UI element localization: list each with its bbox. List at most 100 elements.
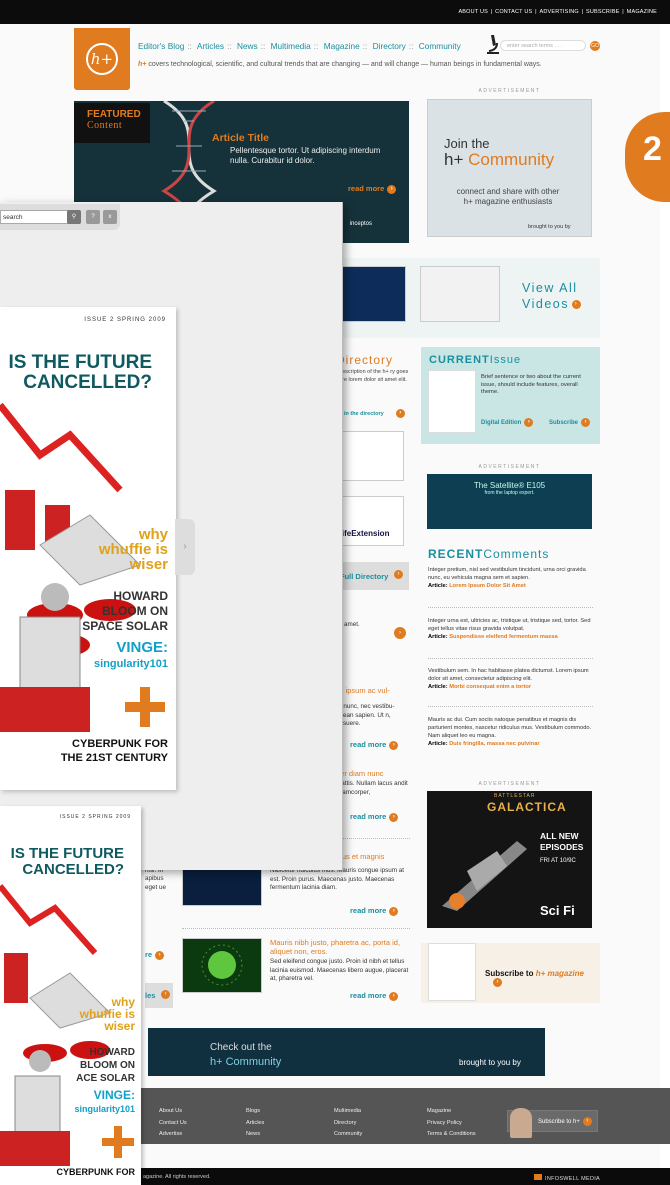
galactica-ne2: EPISODES: [540, 842, 584, 852]
footer-link[interactable]: Contact Us: [159, 1118, 187, 1130]
comment-article-link[interactable]: Lorem Ipsum Dolor Sit Amet: [449, 583, 526, 589]
site-logo[interactable]: h+: [74, 28, 130, 90]
nav-news[interactable]: News: [237, 41, 258, 51]
footer-link[interactable]: About Us: [159, 1106, 187, 1118]
cover-issue-text: ISSUE 2 SPRING 2009: [59, 814, 131, 820]
cover-whuffie: why whuffie is wiser: [99, 527, 168, 572]
directory-link[interactable]: ed in the directory ›: [336, 409, 405, 418]
nav-community[interactable]: Community: [419, 41, 461, 51]
full-directory-button[interactable]: Full Directory ›: [336, 562, 409, 590]
article-read-more[interactable]: read more ›: [350, 740, 399, 750]
article-read-more[interactable]: read more ›: [350, 812, 399, 822]
footer-link[interactable]: Directory: [334, 1118, 362, 1130]
current-issue-cover[interactable]: [428, 370, 476, 433]
tagline-brand: h+: [138, 61, 147, 68]
videos-label: Videos: [522, 297, 569, 311]
comment-article-link[interactable]: Suspendisse eleifend fermentum massa: [449, 634, 557, 640]
article-body: Nascetur ridiculus mus. Mauris congue ip…: [270, 867, 405, 892]
infoswell-logo[interactable]: INFOSWELL MEDIA: [534, 1174, 600, 1182]
subscribe-box[interactable]: Subscribe to h+ magazine ›: [421, 943, 600, 1003]
arrow-right-icon: ›: [572, 300, 581, 310]
next-page-button[interactable]: ›: [175, 519, 195, 575]
search-icon[interactable]: ⚲: [67, 210, 81, 224]
footer-link[interactable]: Multimedia: [334, 1106, 362, 1118]
footer-link[interactable]: Magazine: [427, 1106, 476, 1118]
topbar-advertising-link[interactable]: ADVERTISING: [540, 9, 579, 15]
featured-article-title[interactable]: Article Title: [212, 132, 269, 144]
read-more-label: read more: [350, 906, 387, 915]
galactica-pre: BATTLESTAR: [494, 793, 536, 799]
video-thumbnail[interactable]: [336, 266, 406, 322]
directory-logo-lifeextension[interactable]: LifeExtension: [336, 496, 404, 546]
search-input[interactable]: enter search terms . . .: [500, 40, 586, 51]
nav-editors-blog[interactable]: Editor's Blog: [138, 41, 184, 51]
join-ad-brought: brought to you by: [528, 224, 571, 230]
topbar-magazine-link[interactable]: MAGAZINE: [627, 9, 657, 15]
ad-label: ADVERTISEMENT: [478, 88, 541, 94]
topbar-contact-link[interactable]: CONTACT US: [495, 9, 532, 15]
magazine-cover-large[interactable]: ISSUE 2 SPRING 2009 IS THE FUTURE CANCELL…: [0, 307, 176, 790]
directory-logo[interactable]: [336, 431, 404, 481]
nav-separator: ::: [362, 41, 368, 51]
article-thumbnail[interactable]: [182, 938, 262, 993]
footer-link[interactable]: Articles: [246, 1118, 264, 1130]
footer-link[interactable]: Privacy Policy: [427, 1118, 476, 1130]
footer-link[interactable]: Community: [334, 1129, 362, 1141]
article-heading[interactable]: is, ipsum ac vul-: [336, 686, 411, 695]
battlestar-galactica-ad[interactable]: BATTLESTAR GALACTICA ALL NEW EPISODES FRI…: [427, 791, 592, 928]
article-heading[interactable]: Mauris nibh justo, pharetra ac, porta id…: [270, 938, 410, 956]
featured-tab-2[interactable]: inceptos: [350, 221, 372, 227]
robot-image: [0, 583, 90, 732]
directory-button-fragment[interactable]: les ›: [145, 983, 173, 1008]
footer-subscribe-label: Subscribe to h+: [538, 1119, 580, 1126]
footer-link[interactable]: Advertise: [159, 1129, 187, 1141]
nav-articles[interactable]: Articles: [197, 41, 224, 51]
galactica-new-episodes: ALL NEW EPISODES: [540, 831, 583, 853]
read-more-label: read more: [350, 740, 387, 749]
nav-directory[interactable]: Directory: [373, 41, 406, 51]
topbar-about-link[interactable]: ABOUT US: [458, 9, 488, 15]
community-banner[interactable]: Check out the h+ Community brought to yo…: [148, 1028, 545, 1076]
footer-col-2: Blogs Articles News: [246, 1106, 264, 1141]
cover-vinge: VINGE: singularity101: [74, 1088, 135, 1116]
close-button[interactable]: x: [103, 210, 117, 224]
comment-article-link[interactable]: Morbi consequat enim a tortor: [449, 684, 531, 690]
help-button[interactable]: ?: [86, 210, 100, 224]
footer-link[interactable]: News: [246, 1129, 264, 1141]
current-subscribe-link[interactable]: Subscribe ›: [549, 418, 591, 427]
article-read-more[interactable]: re ›: [145, 950, 165, 960]
article-read-more[interactable]: read more ›: [350, 991, 399, 1001]
comment-text: Mauris ac dui. Cum sociis natoque penati…: [428, 717, 592, 739]
cover-headline: IS THE FUTURE CANCELLED?: [2, 846, 124, 878]
nav-multimedia[interactable]: Multimedia: [271, 41, 311, 51]
copyright-text: agazine. All rights reserved.: [143, 1174, 211, 1180]
digital-edition-link[interactable]: Digital Edition ›: [481, 418, 534, 427]
topbar-subscribe-link[interactable]: SUBSCRIBE: [586, 9, 620, 15]
digital-edition-label: Digital Edition: [481, 420, 522, 427]
arrow-right-icon[interactable]: ›: [394, 627, 406, 639]
divider: [428, 706, 593, 707]
article-item: Mauris nibh justo, pharetra ac, porta id…: [270, 938, 410, 984]
plus-icon: [102, 1126, 134, 1158]
video-thumbnail[interactable]: [420, 266, 500, 322]
article-read-more[interactable]: read more ›: [350, 906, 399, 916]
search-go-button[interactable]: GO: [590, 41, 600, 51]
arrow-right-icon: ›: [387, 184, 397, 194]
read-more-label: read more: [350, 812, 387, 821]
comment-article-link[interactable]: Duis fringilla, massa nec pulvinar: [449, 741, 539, 747]
magazine-cover-small[interactable]: ISSUE 2 SPRING 2009 IS THE FUTURE CANCELL…: [0, 806, 141, 1185]
nav-magazine[interactable]: Magazine: [324, 41, 360, 51]
join-ad-line2: h+ magazine enthusiasts: [463, 197, 553, 206]
arrow-right-icon: ›: [394, 570, 403, 579]
featured-read-more-link[interactable]: read more ›: [348, 184, 397, 194]
footer-col-4: Magazine Privacy Policy Terms & Conditions: [427, 1106, 476, 1141]
footer-link[interactable]: Terms & Conditions: [427, 1129, 476, 1141]
directory-link-label: ed in the directory: [336, 410, 384, 417]
galactica-ne1: ALL NEW: [540, 831, 579, 841]
satellite-laptop-ad[interactable]: The Satellite® E105 from the laptop exper…: [427, 474, 592, 529]
footer-link[interactable]: Blogs: [246, 1106, 264, 1118]
join-community-ad[interactable]: Join the h+ Community connect and share …: [427, 99, 592, 237]
article-heading[interactable]: per diam nunc: [336, 769, 411, 778]
galactica-title: GALACTICA: [487, 800, 567, 814]
view-all-videos-link[interactable]: View All Videos ›: [522, 280, 581, 312]
